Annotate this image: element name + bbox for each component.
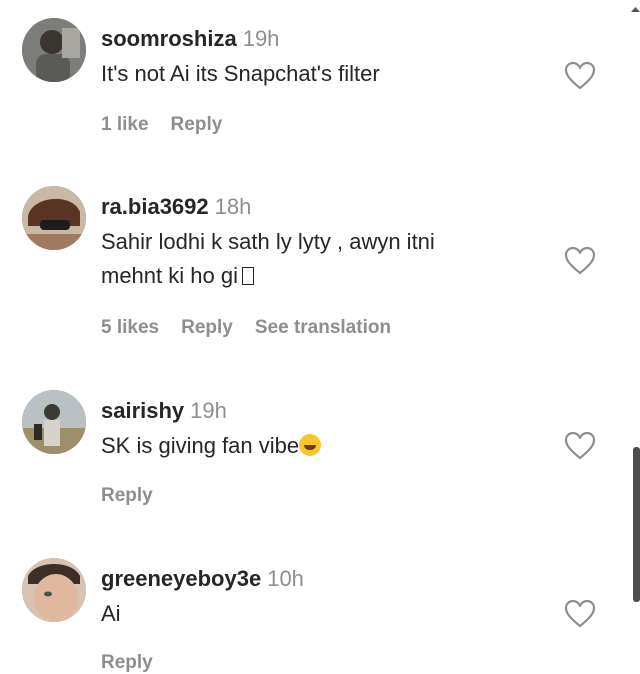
reply-button[interactable]: Reply [101, 485, 153, 506]
comment-actions: Reply [101, 652, 175, 674]
avatar[interactable] [22, 390, 86, 454]
like-count[interactable]: 5 likes [101, 317, 159, 338]
comment-header: soomroshiza 19h [101, 25, 279, 53]
avatar[interactable] [22, 186, 86, 250]
comment-actions: Reply [101, 485, 175, 507]
heart-outline-icon[interactable] [564, 599, 596, 629]
heart-outline-icon[interactable] [564, 61, 596, 91]
comment-header: sairishy 19h [101, 397, 227, 425]
timestamp: 19h [190, 398, 227, 423]
avatar[interactable] [22, 558, 86, 622]
reply-button[interactable]: Reply [181, 317, 233, 338]
scrollbar-thumb[interactable] [633, 447, 640, 602]
username[interactable]: sairishy [101, 398, 184, 423]
comment-text: Ai [101, 601, 121, 626]
comment-header: greeneyeboy3e 10h [101, 565, 304, 593]
comment-text: SK is giving fan vibe [101, 429, 541, 463]
comment-text: Sahir lodhi k sath ly lyty , awyn itni m… [101, 225, 541, 293]
comment-actions: 5 likes Reply See translation [101, 317, 413, 339]
heart-outline-icon[interactable] [564, 246, 596, 276]
comment-actions: 1 like Reply [101, 114, 244, 136]
timestamp: 10h [267, 566, 304, 591]
comment-text-content: SK is giving fan vibe [101, 433, 300, 458]
missing-glyph-icon [241, 267, 254, 285]
comment-header: ra.bia3692 18h [101, 193, 251, 221]
laughing-tears-emoji-icon [299, 434, 322, 456]
see-translation-button[interactable]: See translation [255, 317, 391, 338]
username[interactable]: greeneyeboy3e [101, 566, 261, 591]
like-count[interactable]: 1 like [101, 114, 149, 135]
comment-text: It's not Ai its Snapchat's filter [101, 61, 380, 86]
scroll-up-arrow-icon[interactable] [631, 0, 640, 12]
comment-text-line: mehnt ki ho gi [101, 259, 541, 293]
comment-text-line: Sahir lodhi k sath ly lyty , awyn itni [101, 229, 435, 254]
username[interactable]: soomroshiza [101, 26, 237, 51]
avatar[interactable] [22, 18, 86, 82]
timestamp: 18h [214, 194, 252, 219]
heart-outline-icon[interactable] [564, 431, 596, 461]
reply-button[interactable]: Reply [101, 652, 153, 673]
username[interactable]: ra.bia3692 [101, 194, 209, 219]
timestamp: 19h [242, 26, 280, 51]
reply-button[interactable]: Reply [171, 114, 223, 135]
